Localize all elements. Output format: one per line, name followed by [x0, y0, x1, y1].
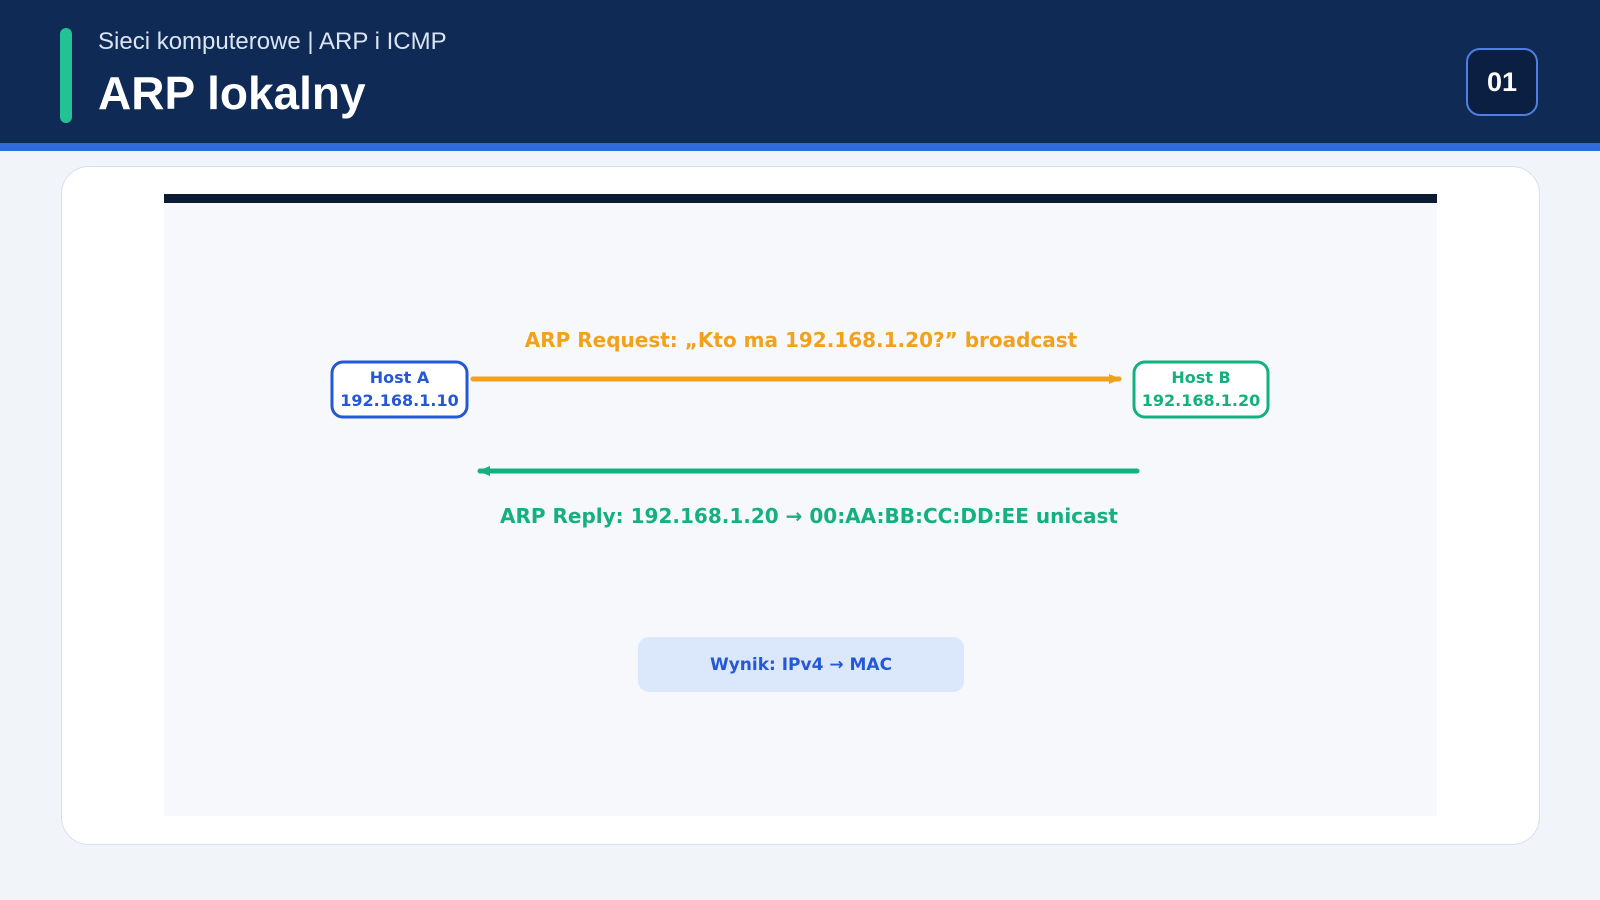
host-a-node: Host A 192.168.1.10 — [330, 360, 469, 419]
arp-reply-label: ARP Reply: 192.168.1.20 → 00:AA:BB:CC:DD… — [500, 504, 1118, 528]
diagram-panel: Host A 192.168.1.10 Host B 192.168.1.20 … — [164, 194, 1437, 816]
page-number-badge: 01 — [1466, 48, 1538, 116]
host-b-name: Host B — [1171, 368, 1230, 387]
host-a-name: Host A — [370, 368, 430, 387]
page-subtitle: Sieci komputerowe | ARP i ICMP — [98, 28, 447, 55]
header-rule — [0, 143, 1600, 151]
arp-request-label: ARP Request: „Kto ma 192.168.1.20?” broa… — [525, 328, 1078, 352]
host-b-ip: 192.168.1.20 — [1142, 391, 1260, 410]
result-box: Wynik: IPv4 → MAC — [638, 637, 964, 692]
host-b-node: Host B 192.168.1.20 — [1132, 360, 1270, 419]
host-a-ip: 192.168.1.10 — [340, 391, 458, 410]
result-label: Wynik: IPv4 → MAC — [710, 655, 892, 675]
page-title: ARP lokalny — [98, 67, 366, 119]
accent-bar — [60, 28, 72, 123]
arp-diagram: Host A 192.168.1.10 Host B 192.168.1.20 … — [330, 328, 1270, 692]
